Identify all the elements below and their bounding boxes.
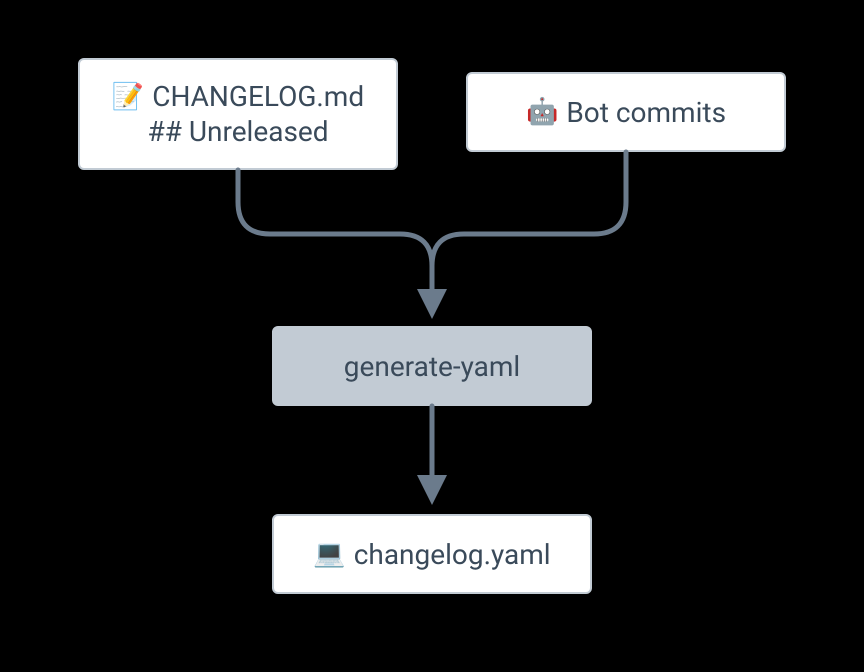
- node-changelog-yaml-line1: 💻 changelog.yaml: [313, 538, 550, 571]
- laptop-icon: 💻: [313, 541, 345, 567]
- node-changelog-yaml: 💻 changelog.yaml: [272, 514, 592, 594]
- changelog-yaml-title: changelog.yaml: [354, 538, 551, 571]
